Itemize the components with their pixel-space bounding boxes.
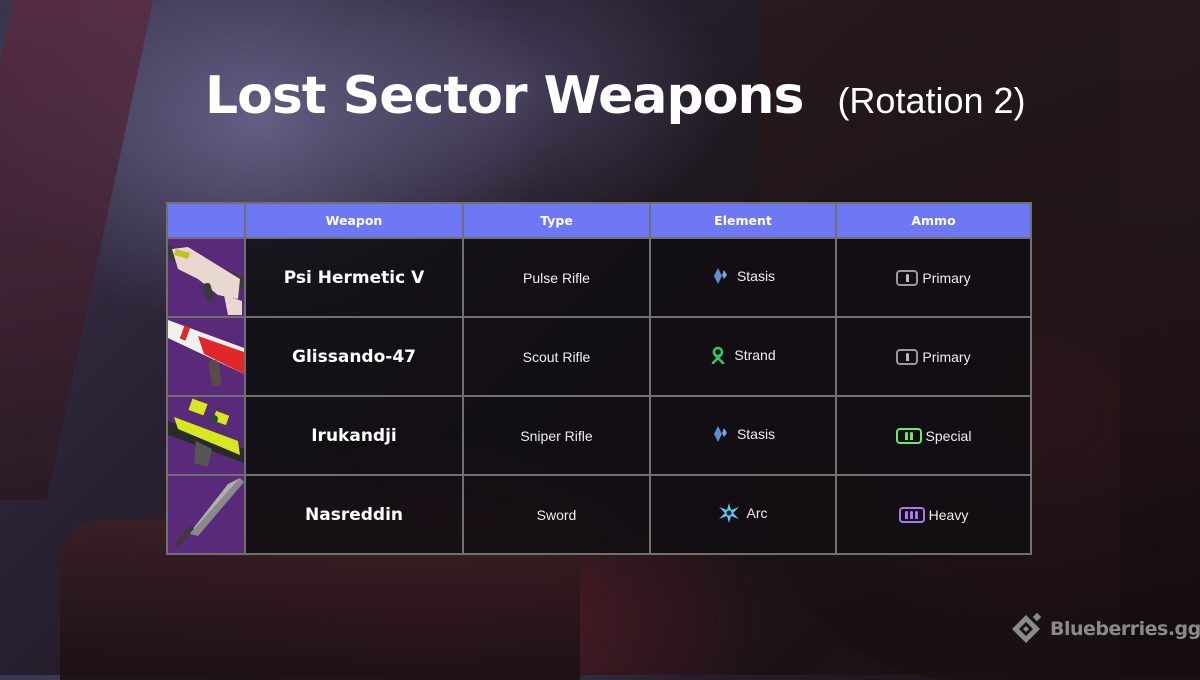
- blueberries-logo-icon: [1012, 613, 1042, 643]
- weapon-ammo: Primary: [835, 237, 1032, 318]
- special-ammo-icon: [895, 428, 922, 444]
- element-label: Stasis: [736, 268, 776, 284]
- column-header-weapon: Weapon: [244, 202, 464, 239]
- weapon-ammo: Special: [835, 395, 1032, 476]
- page-header: Lost Sector Weapons (Rotation 2): [205, 66, 1026, 126]
- element-label: Arc: [746, 505, 768, 521]
- sword-image: [174, 478, 243, 548]
- column-header-type: Type: [462, 202, 651, 239]
- element-label: Strand: [734, 347, 776, 363]
- weapon-name: Glissando-47: [244, 316, 464, 397]
- column-header-element: Element: [649, 202, 837, 239]
- sniper-rifle-image: [169, 398, 243, 467]
- background-art: [1120, 0, 1200, 675]
- ammo-label: Heavy: [928, 507, 969, 523]
- weapon-thumbnail: [166, 316, 246, 397]
- element-label: Stasis: [736, 426, 776, 442]
- weapon-ammo: Primary: [835, 316, 1032, 397]
- weapon-thumbnail: [166, 395, 246, 476]
- weapon-ammo: Heavy: [835, 474, 1032, 555]
- column-header-image: [166, 202, 246, 239]
- primary-ammo-icon: [896, 349, 919, 365]
- strand-icon: [712, 346, 725, 364]
- weapon-element: Stasis: [649, 395, 837, 476]
- table-row: Glissando-47 Scout Rifle Strand Primary: [166, 316, 1032, 397]
- weapon-thumbnail: [166, 474, 246, 555]
- arc-icon: [718, 503, 739, 523]
- column-header-ammo: Ammo: [835, 202, 1032, 239]
- weapon-type: Pulse Rifle: [462, 237, 651, 318]
- table-row: Psi Hermetic V Pulse Rifle Stasis Primar…: [166, 237, 1032, 318]
- background-art: [0, 0, 154, 500]
- weapon-type: Scout Rifle: [462, 316, 651, 397]
- weapon-element: Strand: [649, 316, 837, 397]
- table-header-row: Weapon Type Element Ammo: [166, 202, 1032, 239]
- stasis-icon: [713, 426, 727, 442]
- weapon-name: Nasreddin: [244, 474, 464, 555]
- weapon-thumbnail: [166, 237, 246, 318]
- brand-logo: Blueberries.gg: [1010, 613, 1200, 645]
- page-subtitle: (Rotation 2): [837, 80, 1026, 121]
- pulse-rifle-image: [169, 245, 243, 315]
- weapon-name: Psi Hermetic V: [244, 237, 464, 318]
- ammo-label: Primary: [922, 270, 971, 286]
- weapon-type: Sniper Rifle: [462, 395, 651, 476]
- scout-rifle-image: [169, 320, 243, 387]
- page-title: Lost Sector Weapons: [205, 66, 804, 126]
- ammo-label: Special: [925, 428, 972, 444]
- primary-ammo-icon: [896, 270, 919, 286]
- ammo-label: Primary: [922, 349, 971, 365]
- table-row: Irukandji Sniper Rifle Stasis Special: [166, 395, 1032, 476]
- weapon-element: Arc: [649, 474, 837, 555]
- weapons-table: Weapon Type Element Ammo Psi Hermetic V …: [166, 202, 1032, 555]
- heavy-ammo-icon: [898, 507, 925, 523]
- weapon-name: Irukandji: [244, 395, 464, 476]
- brand-name: Blueberries.gg: [1050, 618, 1200, 640]
- weapon-element: Stasis: [649, 237, 837, 318]
- stasis-icon: [713, 268, 727, 284]
- weapon-type: Sword: [462, 474, 651, 555]
- table-row: Nasreddin Sword Arc Heavy: [166, 474, 1032, 555]
